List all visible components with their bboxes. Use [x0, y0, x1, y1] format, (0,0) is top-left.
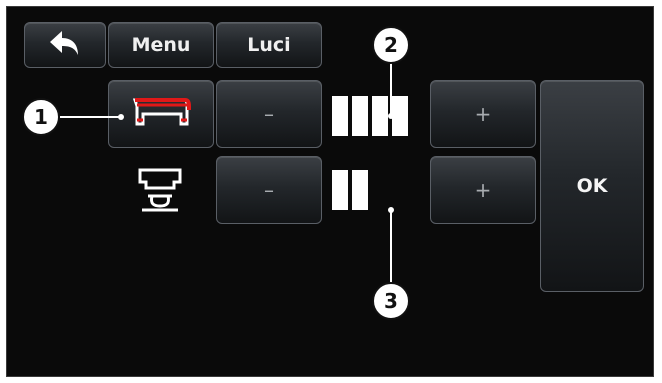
- plus-label: +: [474, 102, 492, 126]
- cup-tray-light-icon: [132, 166, 188, 214]
- callout-2-number: 2: [384, 33, 398, 57]
- cup-tray-light-decrease-button[interactable]: –: [216, 156, 322, 224]
- menu-button[interactable]: Menu: [108, 22, 214, 68]
- plus-label: +: [474, 178, 492, 202]
- callout-1-leader: [60, 116, 122, 118]
- level-segment: [372, 96, 388, 136]
- ok-button-label: OK: [576, 175, 608, 197]
- callout-2: 2: [372, 26, 410, 64]
- callout-3-number: 3: [384, 289, 398, 313]
- machine-light-increase-button[interactable]: +: [430, 80, 536, 148]
- luci-button[interactable]: Luci: [216, 22, 322, 68]
- luci-button-label: Luci: [247, 34, 291, 56]
- minus-label: –: [264, 102, 274, 126]
- callout-3-leader: [390, 210, 392, 284]
- level-segment: [392, 96, 408, 136]
- level-segment: [352, 96, 368, 136]
- minus-label: –: [264, 178, 274, 202]
- callout-1-anchor: [118, 114, 124, 120]
- machine-light-button[interactable]: [108, 80, 214, 148]
- callout-2-leader: [390, 60, 392, 116]
- cup-tray-light-level-indicator: [332, 170, 368, 210]
- menu-button-label: Menu: [131, 34, 191, 56]
- callout-1: 1: [22, 98, 60, 136]
- level-segment: [332, 170, 348, 210]
- machine-light-level-indicator: [332, 96, 408, 136]
- machine-light-strip-icon: [131, 94, 191, 134]
- level-segment: [332, 96, 348, 136]
- level-segment: [352, 170, 368, 210]
- ok-button[interactable]: OK: [540, 80, 644, 292]
- callout-3: 3: [372, 282, 410, 320]
- callout-1-number: 1: [34, 105, 48, 129]
- callout-3-anchor: [388, 207, 394, 213]
- callout-2-anchor: [388, 113, 394, 119]
- back-button[interactable]: [24, 22, 106, 68]
- machine-light-decrease-button[interactable]: –: [216, 80, 322, 148]
- back-arrow-icon: [48, 29, 82, 61]
- cup-tray-light-increase-button[interactable]: +: [430, 156, 536, 224]
